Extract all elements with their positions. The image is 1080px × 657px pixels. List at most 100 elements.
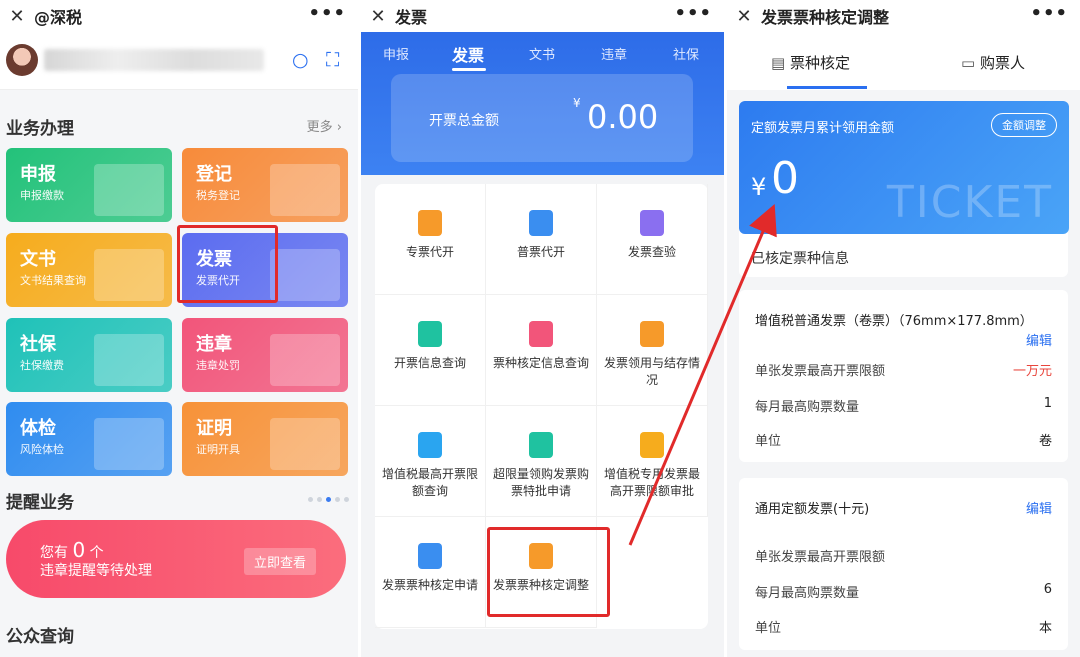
tile-register[interactable]: 登记 税务登记 — [182, 148, 348, 222]
quota-banner: 定额发票月累计领用金额 金额调整 ¥ 0 TICKET — [739, 101, 1069, 234]
close-icon[interactable]: ✕ — [361, 6, 395, 27]
more-icon[interactable]: ••• — [308, 3, 346, 24]
tab-buyer[interactable]: ▭ 购票人 — [961, 52, 1025, 73]
active-tab-indicator — [787, 86, 867, 89]
service-icon — [418, 210, 442, 236]
service-item[interactable]: 增值税最高开票限额查询 — [375, 406, 486, 517]
search-icon[interactable]: ○ — [292, 49, 309, 71]
edit-link[interactable]: 编辑 — [1026, 330, 1052, 349]
service-item[interactable]: 票种核定信息查询 — [486, 295, 597, 406]
service-item[interactable]: 普票代开 — [486, 184, 597, 295]
service-label: 增值税最高开票限额查询 — [381, 467, 478, 498]
service-icon — [418, 432, 442, 458]
more-icon[interactable]: ••• — [1030, 3, 1068, 24]
active-tab-indicator — [452, 68, 486, 71]
tab-documents[interactable]: 文书 — [529, 44, 555, 63]
row-monthly: 每月最高购票数量 6 — [755, 582, 1052, 601]
row-monthly: 每月最高购票数量 1 — [755, 396, 1052, 415]
highlight-box — [177, 225, 278, 303]
invoice-panel: ✕ 发票 ••• 申报 发票 文书 违章 社保 开票总金额 ¥ 0.00 专票代… — [361, 0, 724, 657]
tile-title: 登记 — [196, 164, 232, 185]
tile-subtitle: 税务登记 — [196, 189, 240, 202]
service-icon — [418, 543, 442, 569]
tab-bar: ▤ 票种核定 ▭ 购票人 — [727, 32, 1080, 90]
tile-documents[interactable]: 文书 文书结果查询 — [6, 233, 172, 307]
tile-title: 申报 — [20, 164, 56, 185]
tile-title: 文书 — [20, 249, 56, 270]
service-icon — [640, 210, 664, 236]
adjust-amount-button[interactable]: 金额调整 — [991, 113, 1057, 137]
invoice-type-card: 通用定额发票(十元) 编辑 单张发票最高开票限额 每月最高购票数量 6 单位本 — [739, 478, 1068, 650]
close-icon[interactable]: ✕ — [0, 6, 34, 27]
service-item[interactable]: 增值税专用发票最高开票限额审批 — [597, 406, 708, 517]
tile-illustration — [94, 249, 164, 301]
tile-subtitle: 申报缴款 — [20, 189, 64, 202]
tab-invoice-type[interactable]: ▤ 票种核定 — [771, 52, 850, 73]
blurred-username — [44, 49, 264, 71]
app-home-panel: ✕ @深税 ••• ○ ⛶ 业务办理 更多 › 申报 申报缴款 登记 税务登记 文书 文书… — [0, 0, 358, 657]
service-item[interactable]: 发票查验 — [597, 184, 708, 295]
invoice-type-card: 增值税普通发票（卷票）（76mm×177.8mm） 编辑 单张发票最高开票限额一… — [739, 290, 1068, 462]
yen-symbol: ¥ — [751, 173, 767, 201]
section-title-business: 业务办理 — [6, 119, 74, 139]
tile-subtitle: 证明开具 — [196, 443, 240, 456]
more-icon[interactable]: ••• — [674, 3, 712, 24]
quota-title: 定额发票月累计领用金额 — [751, 121, 895, 136]
tile-illustration — [94, 164, 164, 216]
amount-label: 开票总金额 — [429, 113, 499, 129]
scan-icon[interactable]: ⛶ — [326, 49, 339, 71]
tile-subtitle: 文书结果查询 — [20, 274, 86, 287]
info-label: 已核定票种信息 — [751, 251, 849, 267]
service-item[interactable]: 超限量领购发票购票特批申请 — [486, 406, 597, 517]
service-icon — [529, 321, 553, 347]
tab-violations[interactable]: 违章 — [601, 44, 627, 63]
title-bar: ✕ @深税 ••• — [0, 0, 358, 32]
service-label: 专票代开 — [405, 245, 454, 259]
currency-symbol: ¥ — [573, 96, 581, 110]
window-title: @深税 — [34, 8, 83, 27]
tile-illustration — [270, 164, 340, 216]
tab-social[interactable]: 社保 — [673, 44, 699, 63]
invoice-type-name: 通用定额发票(十元) — [755, 502, 870, 517]
service-label: 普票代开 — [516, 245, 565, 259]
service-icon — [529, 432, 553, 458]
service-label: 发票票种核定申请 — [381, 578, 478, 592]
highlight-box — [487, 527, 610, 617]
tile-social[interactable]: 社保 社保缴费 — [6, 318, 172, 392]
service-icon — [640, 321, 664, 347]
service-label: 开票信息查询 — [393, 356, 466, 370]
view-now-button[interactable]: 立即查看 — [244, 548, 317, 575]
service-label: 发票领用与结存情况 — [603, 356, 700, 387]
tab-invoice[interactable]: 发票 — [452, 42, 484, 66]
adjust-panel: ✕ 发票票种核定调整 ••• ▤ 票种核定 ▭ 购票人 已核定票种信息 定额发票… — [727, 0, 1080, 657]
service-item[interactable]: 发票领用与结存情况 — [597, 295, 708, 406]
service-icon — [640, 432, 664, 458]
row-unit: 单位卷 — [755, 434, 1052, 449]
service-label: 票种核定信息查询 — [492, 356, 589, 370]
title-bar: ✕ 发票 ••• — [361, 0, 724, 32]
section-title-reminder: 提醒业务 — [6, 493, 74, 513]
tile-checkup[interactable]: 体检 风险体检 — [6, 402, 172, 476]
tile-certificate[interactable]: 证明 证明开具 — [182, 402, 348, 476]
tile-title: 社保 — [20, 334, 56, 355]
close-icon[interactable]: ✕ — [727, 6, 761, 27]
tile-declare[interactable]: 申报 申报缴款 — [6, 148, 172, 222]
invoice-type-name: 增值税普通发票（卷票）（76mm×177.8mm） — [755, 314, 1033, 329]
tile-subtitle: 违章处罚 — [196, 359, 240, 372]
alert-banner[interactable]: 您有 0 个 违章提醒等待处理 立即查看 — [6, 520, 346, 598]
service-item[interactable]: 开票信息查询 — [375, 295, 486, 406]
tile-title: 违章 — [196, 334, 232, 355]
row-limit: 单张发票最高开票限额 一万元 — [755, 364, 1052, 379]
tile-subtitle: 社保缴费 — [20, 359, 64, 372]
more-link[interactable]: 更多 › — [307, 116, 342, 135]
row-unit: 单位本 — [755, 621, 1052, 636]
tab-declare[interactable]: 申报 — [383, 44, 409, 63]
avatar[interactable] — [6, 44, 38, 76]
service-item[interactable]: 专票代开 — [375, 184, 486, 295]
service-item[interactable]: 发票票种核定申请 — [375, 517, 486, 628]
tile-violations[interactable]: 违章 违章处罚 — [182, 318, 348, 392]
edit-link[interactable]: 编辑 — [1026, 498, 1052, 517]
tile-illustration — [270, 334, 340, 386]
tile-title: 体检 — [20, 418, 56, 439]
service-icon — [418, 321, 442, 347]
